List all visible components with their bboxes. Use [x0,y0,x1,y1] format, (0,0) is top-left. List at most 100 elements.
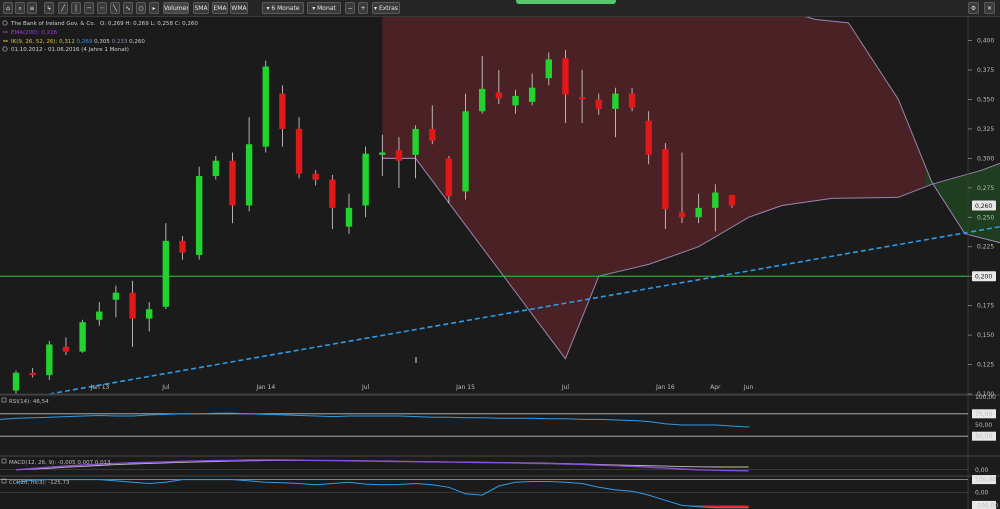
rsi-label: RSI(14): 46,54 [9,399,49,405]
rsi-y-tick: 70,00 [975,411,992,418]
y-tick-label: 0,400 [977,38,994,45]
candle-body [295,128,303,174]
rsi-y-tick: 30,00 [975,433,992,440]
legend-ichimoku-part: 0,233 [112,39,130,45]
x-tick-label: Jul [161,384,170,391]
candle-body [528,87,536,102]
chart-area: 0,400 0,375 0,350 0,325 0,300 0,275 0,250 0,225… [0,17,1000,509]
candle-body [412,128,419,155]
toolbar-list-button[interactable]: ≡ [27,2,37,14]
toolbar-d1-button[interactable]: ↳ [44,2,54,14]
toolbar-plus-button[interactable]: + [358,2,368,14]
candle-body [728,194,736,206]
legend-ichimoku-part: 0,269 [77,39,95,45]
x-tick-label: Jan 15 [455,384,475,391]
candle-body [645,120,652,155]
legend-ema: EMA(200): 0,226 [11,30,58,36]
candle-body [79,322,86,352]
macd-y-tick: 0,00 [975,467,989,474]
toolbar-d4-button[interactable]: ─ [84,2,94,14]
toolbar-d7-button[interactable]: ∿ [123,2,133,14]
cci-y-tick: 0,00 [975,490,989,497]
macd-panel-bg [0,456,968,475]
candle-body [46,344,53,376]
candle-body [612,93,619,109]
y-tick-label: 0,125 [977,362,994,369]
toolbar-close-button[interactable]: ✕ [984,2,995,14]
y-tick-label: 0,175 [977,303,994,310]
candle-body [229,160,236,206]
last-price-badge-text: 0,260 [975,203,992,210]
candle-body [245,144,253,206]
toolbar-minus-button[interactable]: − [345,2,355,14]
x-tick-label: Jan 13 [90,384,110,391]
toolbar-zoom-button[interactable]: ⌕ [15,2,25,14]
legend-ichimoku-part: 0,312 [59,39,77,45]
toolbar-d3-button[interactable]: │ [71,2,81,14]
toolbar-settings-button[interactable]: ⚙ [968,2,979,14]
toolbar-extras-button[interactable]: ▾ Extras [372,2,400,14]
x-tick-label: Jan 14 [255,384,275,391]
y-tick-label: 0,225 [977,244,994,251]
toolbar-interval-button[interactable]: ▾ Monat [307,2,341,14]
y-tick-label: 0,350 [977,96,994,103]
toolbar-sma-button[interactable]: SMA [193,2,209,14]
y-tick-label: 0,300 [977,155,994,162]
rsi-y-tick: 100,00 [975,394,996,401]
candle-body [495,92,503,99]
legend-ichimoku-part: 0,305 [94,39,112,45]
toolbar-d9-button[interactable]: ▸ [149,2,159,14]
chart-toolbar: ⌂ ⌕ ≡ ↳ ╱ │ ─ ┄ ╲ ∿ ○ ▸ Volumen SMA EMA WMA ▾ 6 Monate ▾ … [0,0,1000,17]
toolbar-volumen-button[interactable]: Volumen [163,2,189,14]
toolbar-d5-button[interactable]: ┄ [97,2,107,14]
toolbar-d6-button[interactable]: ╲ [110,2,120,14]
candle-body [162,240,170,307]
candle-body [512,95,519,106]
legend-ichimoku-part: 0,260 [129,39,145,45]
candle-body [12,372,20,391]
candle-body [195,176,203,255]
candle-body [345,207,353,227]
toolbar-accent-tab[interactable] [516,0,616,4]
x-tick-label: Jun [743,384,754,391]
y-tick-label: 0,275 [977,185,994,192]
candle-body [129,292,136,319]
y-tick-label: 0,325 [977,126,994,133]
candle-body [379,152,386,155]
toolbar-ema-button[interactable]: EMA [212,2,228,14]
candle-body [479,88,486,112]
x-tick-label: Jul [561,384,570,391]
toolbar-wma-button[interactable]: WMA [230,2,248,14]
candle-body [628,93,636,108]
cci-label: CCI(20, hlc3): -125,73 [9,480,70,486]
candle-body [395,150,403,161]
candle-body [362,153,369,206]
candle-body [712,192,719,208]
candle-body [695,207,702,218]
legend-ohlc: O: 0,269 H: 0,269 L: 0,258 C: 0,260 [100,21,198,27]
legend-ichimoku: IK(9, 26, 52, 26): 0,312 0,269 0,305 0,2… [11,39,145,45]
candle-body [429,128,436,141]
candle-body [445,158,453,197]
macd-label: MACD(12, 26, 9): -0,005 0,007 0,013 [9,460,111,466]
rsi-panel-bg [0,395,968,455]
y-tick-label: 0,250 [977,214,994,221]
last-price-badge: 0,260 [972,200,996,211]
candle-body [96,311,103,320]
toolbar-d2-button[interactable]: ╱ [58,2,68,14]
candle-body [662,148,669,210]
candle-body [179,240,186,253]
candle-body [312,173,319,180]
hline-price-badge: 0,200 [972,271,996,282]
candle-body [262,66,269,147]
candle-body [279,93,286,129]
toolbar-range-button[interactable]: ▾ 6 Monate [262,2,304,14]
hline-price-badge-text: 0,200 [975,273,992,280]
rsi-y-tick: 50,00 [975,422,992,429]
legend-period: 01.10.2012 - 01.06.2016 (4 Jahre 1 Monat… [11,47,129,53]
toolbar-home-button[interactable]: ⌂ [3,2,13,14]
toolbar-d8-button[interactable]: ○ [136,2,146,14]
x-tick-label: Jul [361,384,370,391]
candle-body [146,309,153,319]
legend-ichimoku-part: IK(9, 26, 52, 26): [11,39,59,45]
